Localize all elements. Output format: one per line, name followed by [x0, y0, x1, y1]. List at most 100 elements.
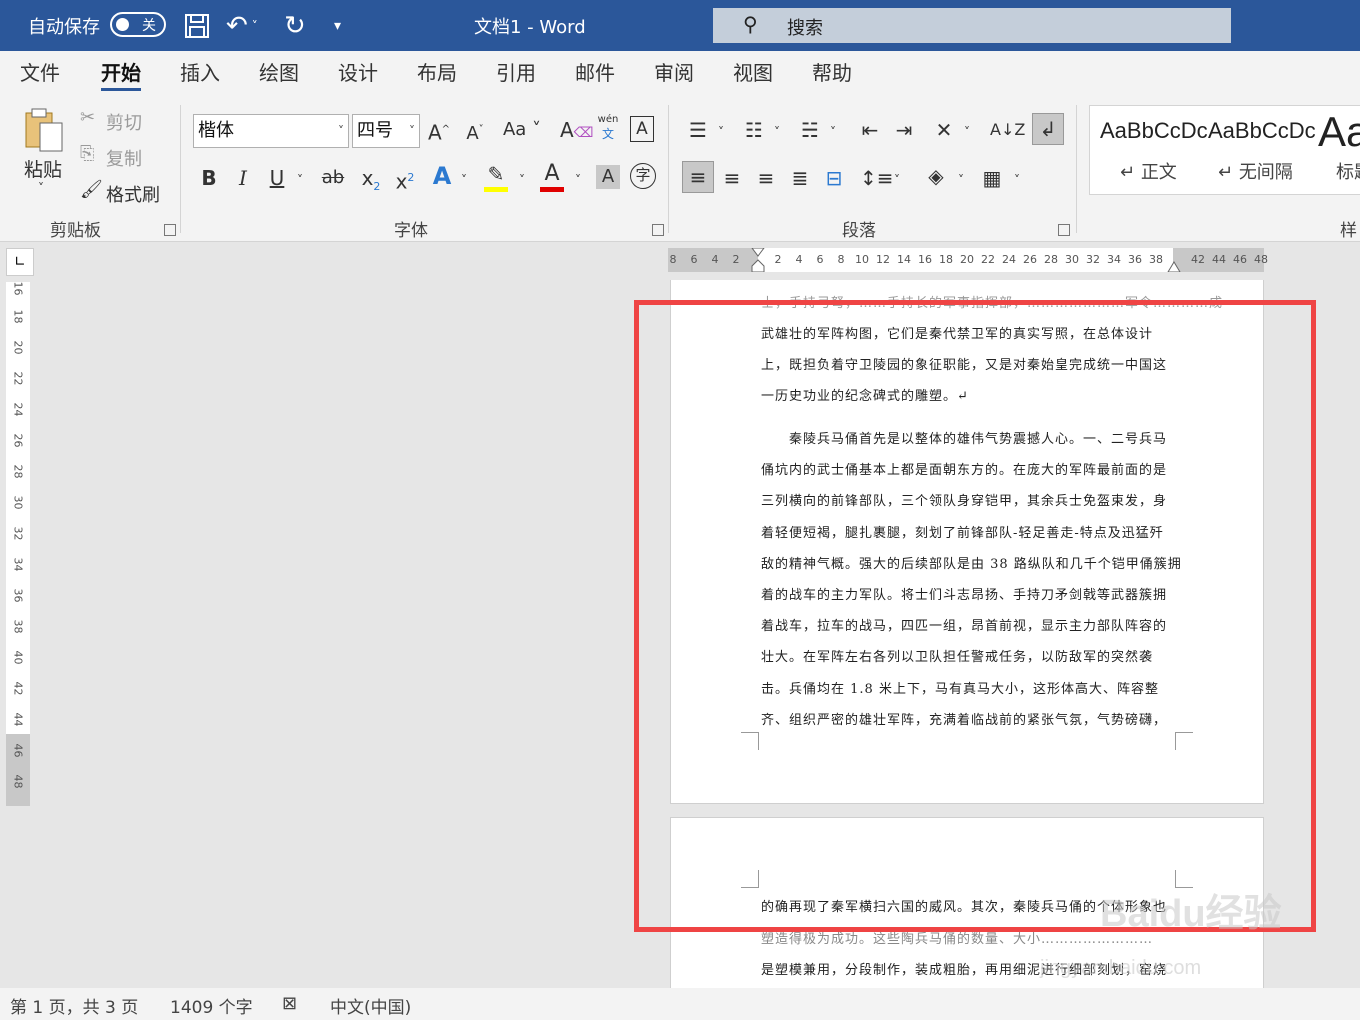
horizontal-ruler[interactable]: 8 6 4 2 2 4 6 8 10 12 14 16 18 20 22 24 … [668, 248, 1268, 272]
indent-marker-icon[interactable] [750, 248, 766, 272]
word-count[interactable]: 1409 个字 [170, 993, 253, 1018]
shrink-font-icon[interactable]: A˅ [460, 115, 490, 149]
save-icon[interactable] [184, 0, 210, 51]
tab-review[interactable]: 审阅 [654, 51, 694, 97]
tab-insert[interactable]: 插入 [180, 51, 220, 97]
justify-icon[interactable]: ≣ [786, 163, 814, 193]
document-canvas: ∟ 16 18 20 22 24 26 28 30 32 34 36 38 40… [0, 242, 1360, 988]
borders-dropdown-icon[interactable]: ˅ [1010, 165, 1024, 195]
copy-button[interactable]: 复制 [106, 145, 142, 171]
text-effects-icon[interactable]: A [428, 161, 456, 191]
bullets-icon[interactable]: ☰ [684, 115, 712, 145]
line-spacing-dropdown-icon[interactable]: ˅ [890, 165, 904, 195]
character-border-icon[interactable]: A [630, 116, 654, 142]
subscript-icon[interactable]: x2 [356, 163, 386, 202]
clipboard-launcher-icon[interactable] [164, 224, 176, 236]
chinese-layout-dropdown-icon[interactable]: ˅ [960, 117, 974, 147]
tab-home[interactable]: 开始 [101, 51, 141, 97]
font-color-dropdown-icon[interactable]: ˅ [570, 165, 586, 195]
style-heading-sample[interactable]: Aa [1318, 108, 1360, 156]
italic-icon[interactable]: I [230, 163, 256, 193]
line-spacing-icon[interactable]: ↕≡ [860, 163, 894, 193]
tab-mailings[interactable]: 邮件 [575, 51, 615, 97]
tab-help[interactable]: 帮助 [812, 51, 852, 97]
redo-icon[interactable]: ↻ [284, 0, 306, 51]
right-indent-marker-icon[interactable] [1166, 258, 1182, 272]
borders-icon[interactable]: ▦ [978, 163, 1006, 193]
autosave-toggle[interactable]: 关 [110, 12, 166, 37]
tab-layout[interactable]: 布局 [417, 51, 457, 97]
paste-icon[interactable] [22, 105, 66, 155]
search-box[interactable]: ⚲ 搜索 [713, 8, 1231, 43]
enclose-characters-icon[interactable]: 字 [630, 163, 656, 189]
title-bar: 自动保存 关 ↶ ˅ ↻ ▾ 文档1 - Word ⚲ 搜索 [0, 0, 1360, 51]
vertical-ruler[interactable]: 16 18 20 22 24 26 28 30 32 34 36 38 40 4… [6, 282, 30, 806]
customize-qat-icon[interactable]: ▾ [334, 0, 341, 51]
font-launcher-icon[interactable] [652, 224, 664, 236]
text-effects-dropdown-icon[interactable]: ˅ [456, 165, 472, 195]
tab-file[interactable]: 文件 [20, 51, 60, 97]
align-left-icon[interactable]: ≡ [682, 161, 714, 193]
multilevel-list-icon[interactable]: ☵ [796, 115, 824, 145]
style-no-spacing-name[interactable]: ↵ 无间隔 [1218, 158, 1293, 184]
proofing-icon[interactable]: ⊠ [282, 993, 297, 1014]
undo-icon[interactable]: ↶ ˅ [226, 0, 258, 51]
style-normal-name[interactable]: ↵ 正文 [1120, 158, 1177, 184]
tab-view[interactable]: 视图 [733, 51, 773, 97]
bold-icon[interactable]: B [196, 163, 222, 193]
font-group-label: 字体 [394, 221, 428, 241]
distributed-icon[interactable]: ⊟ [820, 163, 848, 193]
tab-selector-icon[interactable]: ∟ [6, 248, 34, 276]
shading-dropdown-icon[interactable]: ˅ [954, 165, 968, 195]
character-shading-icon[interactable]: A [596, 165, 620, 189]
font-name-select[interactable]: 楷体 ˅ [193, 114, 349, 148]
chinese-layout-icon[interactable]: ✕ [930, 115, 958, 145]
ruler-tick: 6 [690, 253, 698, 266]
highlight-dropdown-icon[interactable]: ˅ [514, 165, 530, 195]
numbering-icon[interactable]: ☷ [740, 115, 768, 145]
show-marks-icon[interactable]: ↲ [1032, 113, 1064, 145]
underline-icon[interactable]: U [264, 163, 290, 193]
change-case-button[interactable]: Aa ˅ [500, 115, 544, 145]
style-no-spacing-sample[interactable]: AaBbCcDc [1208, 118, 1316, 144]
increase-indent-icon[interactable]: ⇥ [890, 115, 918, 145]
multilevel-dropdown-icon[interactable]: ˅ [826, 117, 840, 147]
decrease-indent-icon[interactable]: ⇤ [856, 115, 884, 145]
sort-icon[interactable]: A↓Z [990, 115, 1025, 145]
ruler-tick: 36 [1128, 253, 1142, 266]
watermark-logo: Baidu经验 [1100, 893, 1282, 935]
align-right-icon[interactable]: ≡ [752, 163, 780, 193]
font-color-icon[interactable]: A [538, 159, 566, 192]
underline-dropdown-icon[interactable]: ˅ [292, 165, 308, 195]
tab-references[interactable]: 引用 [496, 51, 536, 97]
align-center-icon[interactable]: ≡ [718, 163, 746, 193]
phonetic-guide-icon[interactable]: wén 文 [596, 113, 620, 143]
ruler-tick: 48 [11, 774, 25, 789]
strikethrough-icon[interactable]: ab [318, 163, 348, 193]
ruler-tick: 8 [837, 253, 845, 266]
page-count[interactable]: 第 1 页，共 3 页 [10, 993, 138, 1018]
paste-dropdown-icon[interactable]: ˅ [38, 181, 44, 195]
change-case-label: Aa [502, 119, 527, 140]
cut-button[interactable]: 剪切 [106, 109, 142, 135]
superscript-icon[interactable]: x2 [390, 163, 420, 197]
tab-design[interactable]: 设计 [338, 51, 378, 97]
shading-icon[interactable]: ◈ [922, 161, 950, 191]
clear-formatting-icon[interactable]: A⌫ [560, 115, 593, 148]
bullets-dropdown-icon[interactable]: ˅ [714, 117, 728, 147]
cut-icon[interactable]: ✂ [80, 107, 95, 128]
format-painter-icon[interactable]: 🖌 [80, 179, 103, 200]
copy-icon[interactable]: ⎘ [80, 143, 94, 164]
style-heading-name[interactable]: 标题 [1336, 158, 1360, 184]
font-size-select[interactable]: 四号 ˅ [352, 114, 420, 148]
style-normal-sample[interactable]: AaBbCcDc [1100, 118, 1208, 144]
paste-button[interactable]: 粘贴 [24, 155, 62, 182]
highlight-icon[interactable]: ✎ [482, 159, 510, 192]
language-indicator[interactable]: 中文(中国) [330, 993, 411, 1018]
paragraph-launcher-icon[interactable] [1058, 224, 1070, 236]
numbering-dropdown-icon[interactable]: ˅ [770, 117, 784, 147]
format-painter-button[interactable]: 格式刷 [106, 181, 160, 207]
ruler-tick: 16 [918, 253, 932, 266]
grow-font-icon[interactable]: A^ [424, 115, 454, 148]
tab-draw[interactable]: 绘图 [259, 51, 299, 97]
